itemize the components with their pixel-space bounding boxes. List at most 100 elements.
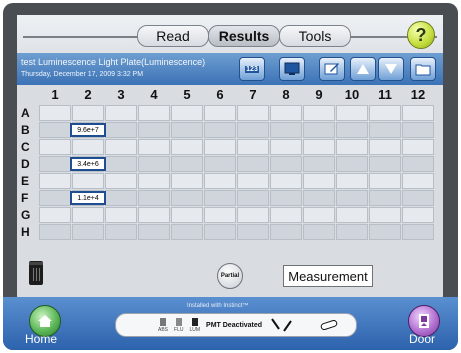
well-cell[interactable] (270, 105, 302, 121)
well-cell[interactable] (237, 190, 269, 206)
well-cell[interactable] (336, 105, 368, 121)
scroll-down-button[interactable] (378, 57, 404, 81)
well-cell[interactable] (171, 156, 203, 172)
well-cell[interactable] (39, 156, 71, 172)
well-cell[interactable] (402, 207, 434, 223)
scroll-up-button[interactable] (350, 57, 376, 81)
well-cell[interactable] (39, 173, 71, 189)
help-button[interactable]: ? (407, 21, 435, 49)
well-cell[interactable] (138, 139, 170, 155)
column-header[interactable]: 6 (204, 87, 236, 102)
column-header[interactable]: 5 (171, 87, 203, 102)
well-cell[interactable] (72, 224, 104, 240)
well-cell[interactable] (237, 156, 269, 172)
well-cell[interactable] (39, 224, 71, 240)
well-cell[interactable] (270, 190, 302, 206)
well-cell[interactable] (39, 105, 71, 121)
well-cell[interactable] (72, 207, 104, 223)
row-header[interactable]: B (21, 123, 30, 137)
well-cell[interactable] (270, 173, 302, 189)
row-header[interactable]: C (21, 140, 30, 154)
well-cell[interactable] (138, 105, 170, 121)
well-cell[interactable] (369, 173, 401, 189)
open-folder-button[interactable] (410, 57, 436, 81)
well-cell[interactable] (39, 122, 71, 138)
column-header[interactable]: 8 (270, 87, 302, 102)
well-cell[interactable] (336, 190, 368, 206)
edit-button[interactable] (319, 57, 345, 81)
well-cell[interactable] (369, 139, 401, 155)
column-header[interactable]: 4 (138, 87, 170, 102)
well-cell[interactable] (402, 105, 434, 121)
well-cell[interactable] (270, 122, 302, 138)
well-cell[interactable] (369, 224, 401, 240)
well-cell[interactable] (171, 139, 203, 155)
well-cell[interactable] (237, 105, 269, 121)
well-cell[interactable] (303, 224, 335, 240)
well-cell[interactable] (303, 122, 335, 138)
well-cell[interactable] (270, 156, 302, 172)
well-cell[interactable] (171, 122, 203, 138)
well-cell[interactable] (303, 156, 335, 172)
well-cell[interactable] (402, 224, 434, 240)
row-header[interactable]: H (21, 225, 30, 239)
well-cell[interactable] (204, 122, 236, 138)
well-cell[interactable] (138, 156, 170, 172)
well-cell[interactable] (171, 224, 203, 240)
well-cell[interactable] (105, 139, 137, 155)
well-cell[interactable] (138, 173, 170, 189)
well-cell[interactable] (336, 173, 368, 189)
well-cell[interactable] (237, 173, 269, 189)
well-value[interactable]: 9.6e+7 (70, 123, 106, 137)
well-cell[interactable] (39, 207, 71, 223)
well-cell[interactable] (369, 105, 401, 121)
well-cell[interactable] (237, 224, 269, 240)
well-cell[interactable] (402, 190, 434, 206)
well-cell[interactable] (336, 207, 368, 223)
well-cell[interactable] (105, 156, 137, 172)
well-cell[interactable] (39, 190, 71, 206)
well-cell[interactable] (402, 156, 434, 172)
well-cell[interactable] (237, 139, 269, 155)
row-header[interactable]: D (21, 157, 30, 171)
well-cell[interactable] (204, 139, 236, 155)
well-cell[interactable] (171, 173, 203, 189)
well-cell[interactable] (204, 207, 236, 223)
column-header[interactable]: 7 (237, 87, 269, 102)
tab-results[interactable]: Results (208, 25, 280, 47)
well-cell[interactable] (336, 122, 368, 138)
well-cell[interactable] (402, 122, 434, 138)
column-header[interactable]: 3 (105, 87, 137, 102)
row-header[interactable]: A (21, 106, 30, 120)
column-header[interactable]: 11 (369, 87, 401, 102)
well-cell[interactable] (369, 122, 401, 138)
well-cell[interactable] (237, 207, 269, 223)
well-cell[interactable] (105, 173, 137, 189)
well-cell[interactable] (72, 105, 104, 121)
well-cell[interactable] (336, 139, 368, 155)
column-header[interactable]: 10 (336, 87, 368, 102)
well-cell[interactable] (105, 190, 137, 206)
well-cell[interactable] (237, 122, 269, 138)
well-cell[interactable] (204, 156, 236, 172)
well-cell[interactable] (171, 190, 203, 206)
well-cell[interactable] (138, 190, 170, 206)
well-cell[interactable] (105, 207, 137, 223)
partial-button[interactable]: Partial (217, 263, 243, 289)
tab-read[interactable]: Read (137, 25, 209, 47)
well-cell[interactable] (105, 224, 137, 240)
well-cell[interactable] (402, 139, 434, 155)
well-value[interactable]: 3.4e+6 (70, 157, 106, 171)
well-cell[interactable] (138, 207, 170, 223)
well-cell[interactable] (303, 207, 335, 223)
column-header[interactable]: 1 (39, 87, 71, 102)
well-cell[interactable] (270, 139, 302, 155)
well-cell[interactable] (105, 122, 137, 138)
row-header[interactable]: F (21, 191, 28, 205)
number-view-button[interactable]: 123 (239, 57, 265, 81)
well-cell[interactable] (369, 190, 401, 206)
well-cell[interactable] (204, 190, 236, 206)
well-cell[interactable] (72, 139, 104, 155)
well-cell[interactable] (336, 224, 368, 240)
well-cell[interactable] (402, 173, 434, 189)
